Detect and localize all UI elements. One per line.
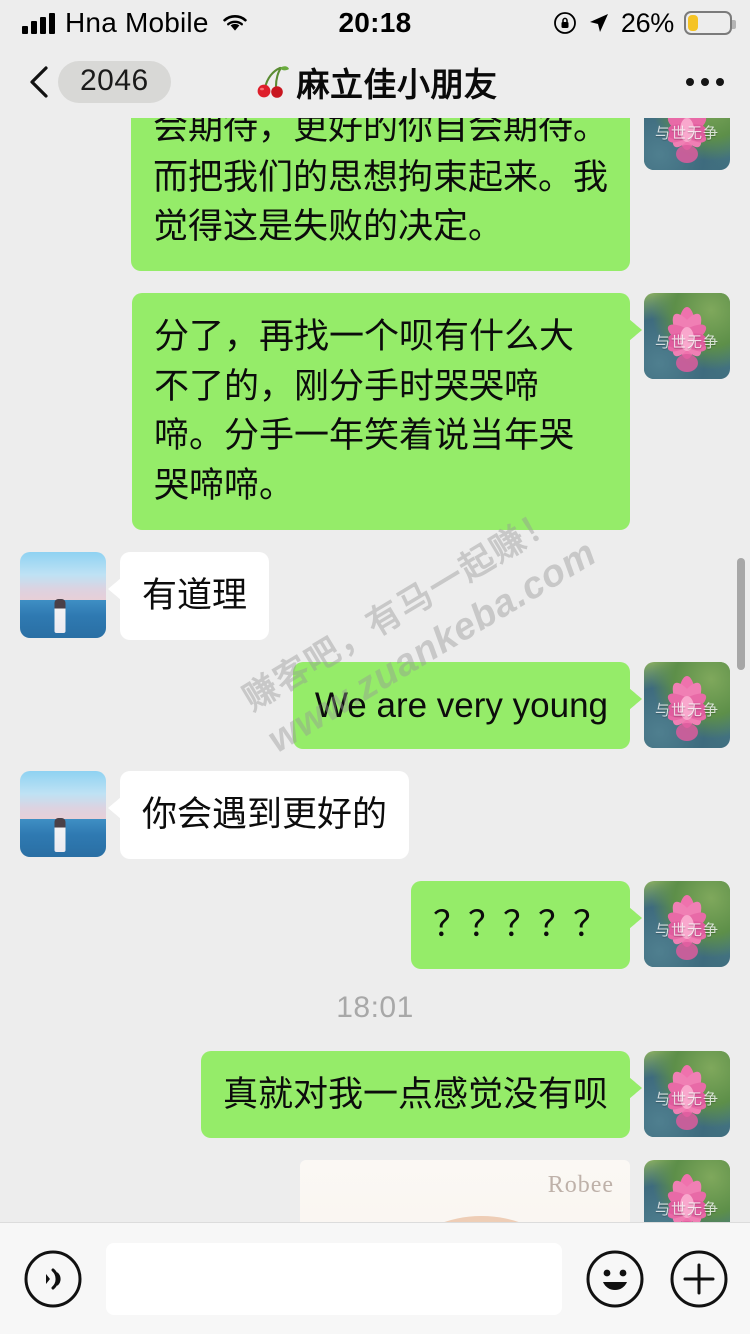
message-row: 分了，再找一个呗有什么大不了的，刚分手时哭哭啼啼。分手一年笑着说当年哭哭啼啼。与…: [20, 293, 730, 530]
lotus-avatar[interactable]: 与世无争: [644, 1160, 730, 1222]
message-row: 有道理: [20, 551, 730, 640]
message-input[interactable]: [106, 1242, 562, 1315]
avatar-caption: 与世无争: [654, 1201, 719, 1219]
status-bar-right: 26%: [553, 7, 736, 39]
avatar-caption: 与世无争: [654, 1091, 719, 1109]
unread-count-badge[interactable]: 2046: [58, 61, 171, 103]
more-horizontal-icon[interactable]: [686, 78, 724, 86]
message-row: 真就对我一点感觉没有呗 与世无争: [20, 1050, 730, 1139]
lotus-avatar[interactable]: 与世无争: [644, 118, 730, 170]
lotus-avatar[interactable]: 与世无争: [644, 293, 730, 380]
incoming-message-bubble[interactable]: 你会遇到更好的: [107, 771, 410, 859]
lotus-avatar[interactable]: 与世无争: [644, 880, 730, 967]
signal-bars-icon: [22, 12, 55, 34]
message-row: We are very young 与世无争: [20, 661, 730, 750]
avatar-caption: 与世无争: [654, 702, 719, 720]
battery-percent-label: 26%: [620, 7, 674, 38]
clock-label: 20:18: [338, 7, 412, 38]
avatar-sky: [20, 551, 106, 600]
nav-bar: 2046 麻立佳小朋友: [0, 46, 750, 118]
smiley-face-icon[interactable]: [584, 1248, 646, 1310]
lotus-avatar[interactable]: 与世无争: [644, 661, 730, 748]
outgoing-message-bubble[interactable]: ？？？？？: [410, 880, 643, 969]
back-button[interactable]: 2046: [26, 61, 171, 103]
outgoing-message-bubble[interactable]: 真就对我一点感觉没有呗: [200, 1050, 643, 1139]
outgoing-message-bubble[interactable]: We are very young: [292, 661, 643, 750]
voice-wave-icon[interactable]: [22, 1248, 84, 1310]
battery-icon: [684, 11, 736, 35]
chat-screen: Hna Mobile 20:18 26% 2046 麻立佳小朋友 会期待，更好的…: [0, 0, 750, 1334]
message-row: 会期待，更好的你自会期待。 而把我们的思想拘束起来。我 觉得这是失败的决定。 与世…: [20, 118, 730, 272]
message-input-bar: [0, 1222, 750, 1334]
rotation-lock-icon: [553, 11, 577, 35]
contact-name-label: 麻立佳小朋友: [296, 66, 498, 103]
location-arrow-icon: [587, 11, 611, 35]
message-row: 你会遇到更好的: [20, 771, 730, 859]
status-bar-left: Hna Mobile: [22, 7, 249, 39]
carrier-label: Hna Mobile: [65, 7, 209, 38]
avatar-caption: 与世无争: [654, 921, 719, 939]
sea-walk-avatar[interactable]: [20, 771, 106, 858]
scrollbar-thumb[interactable]: [737, 558, 745, 670]
chevron-left-icon[interactable]: [26, 65, 52, 99]
outgoing-message-bubble[interactable]: 分了，再找一个呗有什么大不了的，刚分手时哭哭啼啼。分手一年笑着说当年哭哭啼啼。: [132, 293, 642, 530]
outgoing-message-bubble[interactable]: 会期待，更好的你自会期待。 而把我们的思想拘束起来。我 觉得这是失败的决定。: [130, 118, 630, 272]
status-bar: Hna Mobile 20:18 26%: [0, 0, 750, 46]
message-row: ？？？？？ 与世无争: [20, 880, 730, 969]
cherries-emoji-icon: [253, 62, 291, 100]
wifi-icon: [221, 12, 249, 34]
avatar-figure: [54, 818, 66, 853]
lotus-avatar[interactable]: 与世无争: [644, 1050, 730, 1137]
image-message[interactable]: Robee: [300, 1160, 630, 1222]
avatar-sky: [20, 771, 106, 820]
avatar-caption: 与世无争: [654, 333, 719, 351]
avatar-caption: 与世无争: [654, 124, 719, 142]
message-list[interactable]: 会期待，更好的你自会期待。 而把我们的思想拘束起来。我 觉得这是失败的决定。与世…: [0, 118, 750, 1222]
sea-walk-avatar[interactable]: [20, 551, 106, 638]
avatar-figure: [54, 598, 66, 633]
time-divider: 18:01: [336, 990, 414, 1024]
message-row: Robee 与世无争: [20, 1160, 730, 1222]
plus-circle-icon[interactable]: [668, 1248, 730, 1310]
incoming-message-bubble[interactable]: 有道理: [107, 551, 270, 640]
photo-watermark: Robee: [547, 1172, 614, 1199]
